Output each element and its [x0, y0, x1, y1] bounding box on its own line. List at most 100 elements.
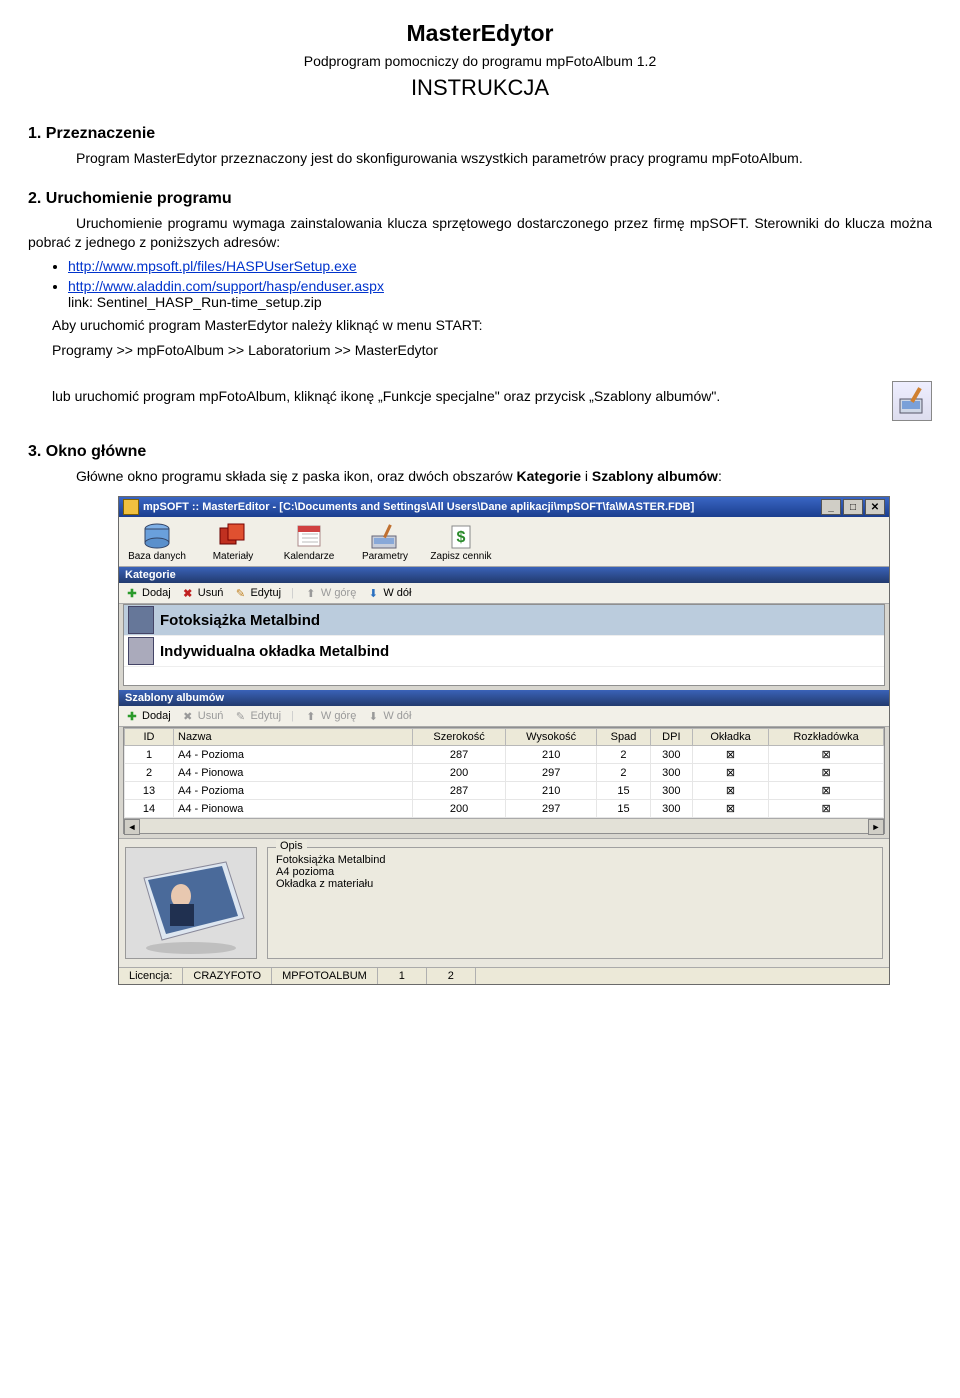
toolbar-calendars[interactable]: Kalendarze	[277, 521, 341, 562]
database-icon	[139, 521, 175, 551]
start-menu-instruction-1: Aby uruchomić program MasterEdytor należ…	[52, 316, 932, 335]
cell-dpi: 300	[650, 764, 692, 782]
cell-width: 287	[413, 782, 506, 800]
category-item[interactable]: Fotoksiążka Metalbind	[124, 605, 884, 636]
col-dpi[interactable]: DPI	[650, 729, 692, 746]
section-1-heading: 1. Przeznaczenie	[28, 125, 932, 143]
delete-button[interactable]: ✖Usuń	[181, 586, 224, 600]
download-links-list: http://www.mpsoft.pl/files/HASPUserSetup…	[68, 258, 932, 310]
list-item: http://www.mpsoft.pl/files/HASPUserSetup…	[68, 258, 932, 274]
label: Usuń	[198, 587, 224, 599]
templates-table-wrap: ID Nazwa Szerokość Wysokość Spad DPI Okł…	[123, 727, 885, 834]
cell-name: A4 - Pozioma	[174, 782, 413, 800]
section-3-body: Główne okno programu składa się z paska …	[28, 467, 932, 486]
col-id[interactable]: ID	[125, 729, 174, 746]
minimize-button[interactable]: _	[821, 499, 841, 515]
cell-bleed: 2	[597, 746, 651, 764]
toolbar-database[interactable]: Baza danych	[125, 521, 189, 562]
categories-actions: ✚Dodaj ✖Usuń ✎Edytuj | ⬆W górę ⬇W dół	[119, 583, 889, 604]
add-button[interactable]: ✚Dodaj	[125, 586, 171, 600]
cell-dpi: 300	[650, 782, 692, 800]
col-width[interactable]: Szerokość	[413, 729, 506, 746]
aladdin-link[interactable]: http://www.aladdin.com/support/hasp/endu…	[68, 278, 384, 294]
plus-icon: ✚	[125, 586, 139, 600]
table-row[interactable]: 13A4 - Pozioma28721015300⊠⊠	[125, 782, 884, 800]
table-row[interactable]: 14A4 - Pionowa20029715300⊠⊠	[125, 800, 884, 818]
cell-id: 2	[125, 764, 174, 782]
toolbar-materials[interactable]: Materiały	[201, 521, 265, 562]
status-license-label: Licencja:	[119, 968, 183, 984]
templates-actions: ✚Dodaj ✖Usuń ✎Edytuj | ⬆W górę ⬇W dół	[119, 706, 889, 727]
cell-bleed: 15	[597, 782, 651, 800]
description-legend: Opis	[276, 840, 307, 852]
scroll-right-button[interactable]: ►	[868, 819, 884, 835]
app-icon	[123, 499, 139, 515]
cell-name: A4 - Pozioma	[174, 746, 413, 764]
page-subtitle: Podprogram pomocniczy do programu mpFoto…	[28, 53, 932, 69]
instruction-heading: INSTRUKCJA	[28, 75, 932, 101]
move-down-button[interactable]: ⬇W dół	[366, 709, 411, 723]
cell-bleed: 15	[597, 800, 651, 818]
x-icon: ✖	[181, 709, 195, 723]
categories-list: Fotoksiążka Metalbind Indywidualna okład…	[123, 604, 885, 686]
col-name[interactable]: Nazwa	[174, 729, 413, 746]
description-area: Opis Fotoksiążka Metalbind A4 pozioma Ok…	[119, 838, 889, 967]
section-2-intro: Uruchomienie programu wymaga zainstalowa…	[28, 214, 932, 252]
cell-id: 13	[125, 782, 174, 800]
category-item-label: Fotoksiążka Metalbind	[160, 612, 320, 629]
label: W górę	[321, 710, 356, 722]
toolbar-label: Kalendarze	[284, 551, 335, 562]
edit-button[interactable]: ✎Edytuj	[233, 586, 281, 600]
move-down-button[interactable]: ⬇W dół	[366, 586, 411, 600]
edit-button[interactable]: ✎Edytuj	[233, 709, 281, 723]
toolbar-label: Baza danych	[128, 551, 186, 562]
toolbar-save-pricelist[interactable]: $ Zapisz cennik	[429, 521, 493, 562]
cell-cover-checkbox: ⊠	[692, 746, 768, 764]
label: W dół	[383, 587, 411, 599]
maximize-button[interactable]: □	[843, 499, 863, 515]
page-title: MasterEdytor	[28, 20, 932, 47]
category-thumbnail-icon	[128, 637, 154, 665]
table-header-row: ID Nazwa Szerokość Wysokość Spad DPI Okł…	[125, 729, 884, 746]
label: Dodaj	[142, 587, 171, 599]
add-button[interactable]: ✚Dodaj	[125, 709, 171, 723]
delete-button[interactable]: ✖Usuń	[181, 709, 224, 723]
cell-id: 1	[125, 746, 174, 764]
col-cover[interactable]: Okładka	[692, 729, 768, 746]
status-license-1: CRAZYFOTO	[183, 968, 272, 984]
arrow-up-icon: ⬆	[304, 586, 318, 600]
move-up-button[interactable]: ⬆W górę	[304, 586, 356, 600]
col-bleed[interactable]: Spad	[597, 729, 651, 746]
templates-table: ID Nazwa Szerokość Wysokość Spad DPI Okł…	[124, 728, 884, 818]
hasp-setup-link[interactable]: http://www.mpsoft.pl/files/HASPUserSetup…	[68, 258, 357, 274]
cell-name: A4 - Pionowa	[174, 764, 413, 782]
plus-icon: ✚	[125, 709, 139, 723]
parameters-icon	[367, 521, 403, 551]
table-row[interactable]: 2A4 - Pionowa2002972300⊠⊠	[125, 764, 884, 782]
cell-id: 14	[125, 800, 174, 818]
move-up-button[interactable]: ⬆W górę	[304, 709, 356, 723]
alt-launch-instruction: lub uruchomić program mpFotoAlbum, klikn…	[52, 387, 932, 406]
cell-spread-checkbox: ⊠	[769, 782, 884, 800]
cell-width: 287	[413, 746, 506, 764]
label: W górę	[321, 587, 356, 599]
cell-name: A4 - Pionowa	[174, 800, 413, 818]
horizontal-scrollbar[interactable]: ◄ ►	[124, 818, 884, 833]
category-item-label: Indywidualna okładka Metalbind	[160, 643, 389, 660]
scroll-left-button[interactable]: ◄	[124, 819, 140, 835]
save-pricelist-icon: $	[443, 521, 479, 551]
category-item[interactable]: Indywidualna okładka Metalbind	[124, 636, 884, 667]
table-row[interactable]: 1A4 - Pozioma2872102300⊠⊠	[125, 746, 884, 764]
status-num-1: 1	[378, 968, 427, 984]
pencil-icon: ✎	[233, 586, 247, 600]
description-fieldset: Opis Fotoksiążka Metalbind A4 pozioma Ok…	[267, 847, 883, 959]
main-toolbar: Baza danych Materiały Kalendarze Paramet…	[119, 517, 889, 567]
text: Główne okno programu składa się z paska …	[76, 468, 516, 484]
cell-width: 200	[413, 764, 506, 782]
col-height[interactable]: Wysokość	[506, 729, 597, 746]
toolbar-parameters[interactable]: Parametry	[353, 521, 417, 562]
close-button[interactable]: ✕	[865, 499, 885, 515]
label: Edytuj	[250, 587, 281, 599]
col-spread[interactable]: Rozkładówka	[769, 729, 884, 746]
pencil-icon: ✎	[233, 709, 247, 723]
